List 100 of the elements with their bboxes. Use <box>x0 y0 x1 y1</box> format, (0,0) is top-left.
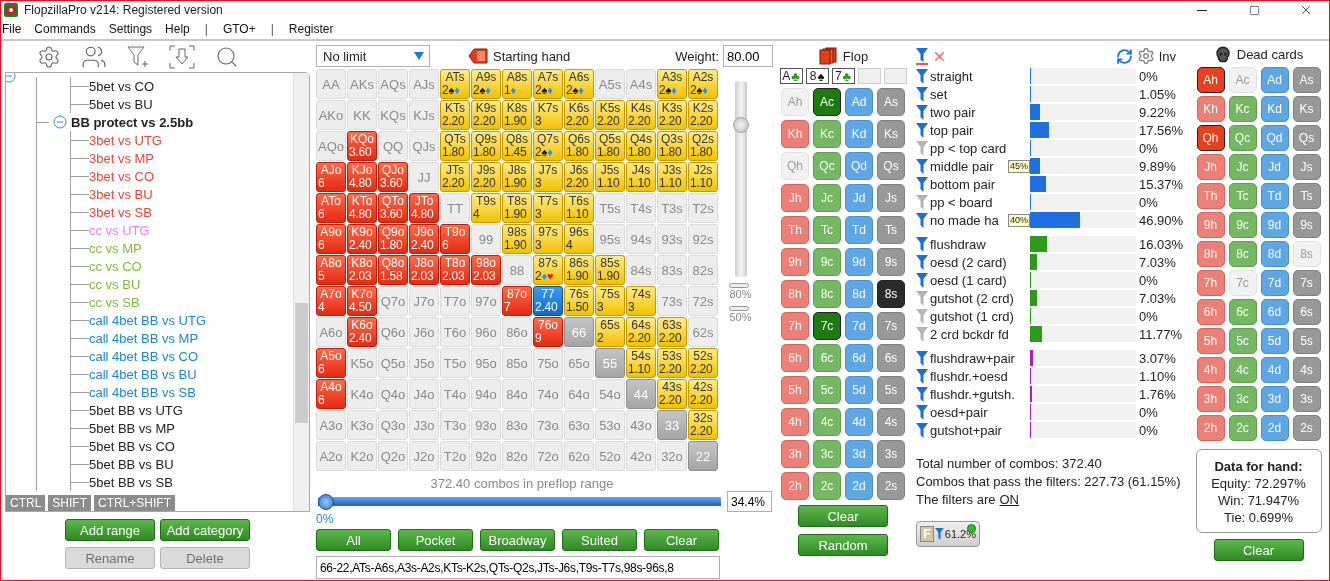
hand-cell[interactable]: K8o 2.03 <box>347 255 377 285</box>
hand-cell[interactable]: A3s 2♠♦ <box>657 69 687 99</box>
hand-cell[interactable]: Q7o <box>378 286 408 316</box>
hand-cell[interactable]: KK <box>347 100 377 130</box>
tree-item[interactable]: 3bet vs SB <box>89 204 152 220</box>
hand-cell[interactable]: QTo 3.60 <box>378 193 408 223</box>
card-button[interactable]: 5h <box>1196 328 1225 354</box>
hand-cell[interactable]: 64s 2.20 <box>626 317 656 347</box>
invert-toggle[interactable]: Inv <box>1158 48 1176 64</box>
card-button[interactable]: Qs <box>1292 125 1321 151</box>
board-card-slot[interactable]: A♣ <box>779 68 803 84</box>
hand-cell[interactable]: 97o <box>471 286 501 316</box>
card-button[interactable]: As <box>1292 67 1321 93</box>
card-button[interactable]: 5s <box>1292 328 1321 354</box>
range-text-field[interactable]: 66-22,ATs-A6s,A3s-A2s,KTs-K2s,QTs-Q2s,JTs-J6s,T9s-T7s,98s-96s,8 <box>316 556 720 579</box>
tree-item[interactable]: call 4bet BB vs UTG <box>89 312 207 328</box>
hand-cell[interactable]: J2o <box>409 441 439 471</box>
card-button[interactable]: 5s <box>877 376 905 404</box>
filter-icon[interactable] <box>916 272 928 288</box>
hand-cell[interactable]: J8s 1.90 <box>502 162 532 192</box>
card-button[interactable]: Kh <box>781 120 809 148</box>
hand-cell[interactable]: A7o 4 <box>316 286 346 316</box>
card-button[interactable]: 5d <box>1260 328 1289 354</box>
menu-item[interactable]: Register <box>288 22 334 36</box>
filter-icon[interactable] <box>916 368 928 384</box>
card-button[interactable]: Td <box>845 216 873 244</box>
card-button[interactable]: 7h <box>1196 270 1225 296</box>
search-icon[interactable] <box>214 44 239 69</box>
tree-item[interactable]: 5bet BB vs BU <box>89 456 174 472</box>
hand-cell[interactable]: A6o <box>316 317 346 347</box>
filter-icon[interactable] <box>916 350 928 366</box>
hand-cell[interactable]: Q5s 1.80 <box>595 131 625 161</box>
card-button[interactable]: Ad <box>1260 67 1289 93</box>
card-button[interactable]: 9c <box>1228 212 1257 238</box>
hand-cell[interactable]: 75s 3 <box>595 286 625 316</box>
hand-cell[interactable]: T8o 2.03 <box>440 255 470 285</box>
slider-thumb[interactable] <box>318 493 334 510</box>
card-button[interactable]: Qc <box>1228 125 1257 151</box>
card-button[interactable]: 3c <box>1228 386 1257 412</box>
card-button[interactable]: Jc <box>813 184 841 212</box>
hand-cell[interactable]: T6s 1.10 <box>564 193 594 223</box>
hand-cell[interactable]: 92o <box>471 441 501 471</box>
hand-cell[interactable]: 72o <box>533 441 563 471</box>
hand-cell[interactable]: 87o 7 <box>502 286 532 316</box>
hand-cell[interactable]: T3s <box>657 193 687 223</box>
filter-icon[interactable] <box>916 104 928 120</box>
menu-item[interactable]: Settings <box>108 22 153 36</box>
preset-button[interactable]: Clear <box>644 529 719 551</box>
tree-item[interactable]: call 4bet BB vs SB <box>89 384 196 400</box>
hand-cell[interactable]: 22 <box>688 441 718 471</box>
hand-cell[interactable]: J9o 2.40 <box>409 224 439 254</box>
menu-item[interactable]: Help <box>165 22 190 36</box>
card-button[interactable]: Th <box>1196 183 1225 209</box>
hand-cell[interactable]: 97s 3 <box>533 224 563 254</box>
hand-cell[interactable]: T5s <box>595 193 625 223</box>
card-button[interactable]: Js <box>877 184 905 212</box>
slider-thumb[interactable] <box>732 117 749 133</box>
card-button[interactable]: 4s <box>877 408 905 436</box>
card-button[interactable]: Jd <box>1260 154 1289 180</box>
hand-cell[interactable]: QTs 1.80 <box>440 131 470 161</box>
hand-cell[interactable]: 54o <box>595 379 625 409</box>
weight-marker[interactable] <box>729 306 750 311</box>
card-button[interactable]: Ac <box>813 88 841 116</box>
hand-cell[interactable]: AKo <box>316 100 346 130</box>
card-button[interactable]: As <box>877 88 905 116</box>
hand-cell[interactable]: K4s 2.20 <box>626 100 656 130</box>
menu-item[interactable]: Commands <box>34 22 96 36</box>
card-button[interactable]: Jh <box>781 184 809 212</box>
hand-cell[interactable]: A8o 5 <box>316 255 346 285</box>
card-button[interactable]: Ts <box>1292 183 1321 209</box>
card-button[interactable]: 3d <box>1260 386 1289 412</box>
card-button[interactable]: 4c <box>813 408 841 436</box>
card-button[interactable]: Qd <box>1260 125 1289 151</box>
hand-cell[interactable]: J6o <box>409 317 439 347</box>
hand-cell[interactable]: JTo 4.80 <box>409 193 439 223</box>
hand-cell[interactable]: 94s <box>626 224 656 254</box>
hand-cell[interactable]: Q9s 1.80 <box>471 131 501 161</box>
tree-item[interactable]: cc vs CO <box>89 258 142 274</box>
hand-cell[interactable]: 85o <box>502 348 532 378</box>
hand-cell[interactable]: K4o <box>347 379 377 409</box>
tree-item[interactable]: 5bet BB vs CO <box>89 438 175 454</box>
hand-cell[interactable]: KQo 3.60 <box>347 131 377 161</box>
tree-item[interactable]: call 4bet BB vs CO <box>89 348 199 364</box>
card-button[interactable]: Th <box>781 216 809 244</box>
hand-cell[interactable]: 88 <box>502 255 532 285</box>
hand-cell[interactable]: 73o <box>533 410 563 440</box>
hand-cell[interactable]: J4o <box>409 379 439 409</box>
card-button[interactable]: 3s <box>1292 386 1321 412</box>
card-button[interactable]: Kc <box>1228 96 1257 122</box>
filter-icon[interactable] <box>916 122 928 138</box>
settings-icon[interactable] <box>1136 47 1155 65</box>
card-button[interactable]: 8h <box>781 280 809 308</box>
hand-cell[interactable]: 73s <box>657 286 687 316</box>
hand-cell[interactable]: KJo 4.80 <box>347 162 377 192</box>
card-button[interactable]: 8s <box>877 280 905 308</box>
hand-cell[interactable]: K6s 2.20 <box>564 100 594 130</box>
hand-cell[interactable]: T9o 6 <box>440 224 470 254</box>
card-button[interactable]: 2h <box>781 472 809 500</box>
card-button[interactable]: 7d <box>845 312 873 340</box>
tree-group[interactable]: BB protect vs 2.5bb <box>71 114 194 130</box>
